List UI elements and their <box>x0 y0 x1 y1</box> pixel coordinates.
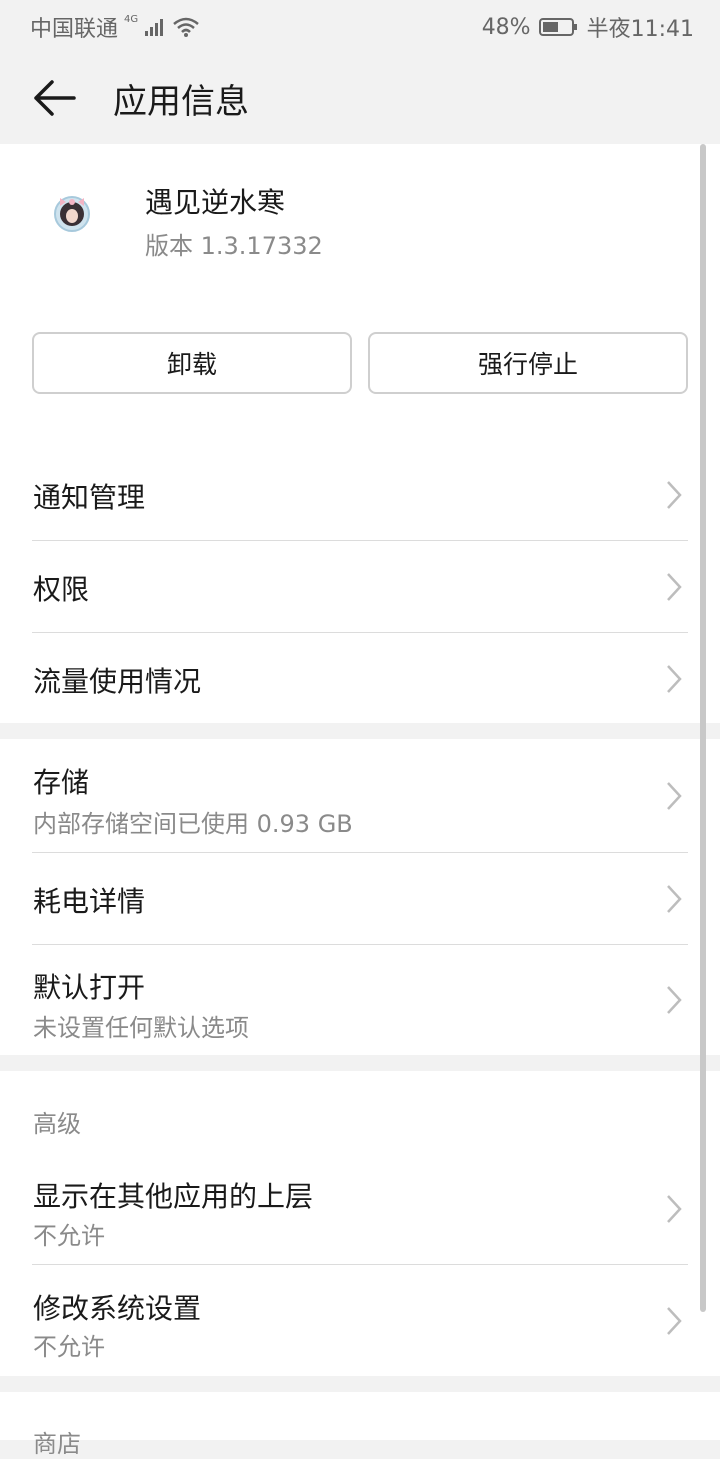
signal-icon <box>145 19 164 36</box>
app-version: 版本 1.3.17332 <box>145 232 323 260</box>
list-item-data-usage[interactable]: 流量使用情况 <box>0 633 704 723</box>
list-item-title: 耗电详情 <box>33 885 146 918</box>
chevron-right-icon <box>667 885 682 913</box>
battery-icon <box>538 18 577 36</box>
list-item-title: 修改系统设置 <box>33 1292 202 1325</box>
list-item-modify-system-settings[interactable]: 修改系统设置 不允许 <box>0 1265 704 1376</box>
list-item-storage[interactable]: 存储 内部存储空间已使用 0.93 GB <box>0 739 704 852</box>
list-item-title: 通知管理 <box>33 481 146 514</box>
app-bar: 应用信息 <box>0 50 720 144</box>
list-item-notifications[interactable]: 通知管理 <box>0 449 704 540</box>
list-item-title: 默认打开 <box>33 971 146 1004</box>
force-stop-button[interactable]: 强行停止 <box>368 332 688 394</box>
battery-percent: 48% <box>481 14 531 40</box>
page-title: 应用信息 <box>113 82 249 122</box>
scrollbar[interactable] <box>700 144 706 1312</box>
status-bar: 中国联通 4G 48% 半夜11:41 <box>0 0 720 50</box>
uninstall-button[interactable]: 卸载 <box>32 332 352 394</box>
list-item-permissions[interactable]: 权限 <box>0 541 704 632</box>
carrier-name: 中国联通 <box>30 17 119 42</box>
store-card <box>0 1392 720 1440</box>
list-item-subtitle: 不允许 <box>33 1222 105 1250</box>
app-icon <box>54 196 90 232</box>
list-item-title: 流量使用情况 <box>33 665 202 698</box>
section-label-advanced: 高级 <box>33 1110 81 1138</box>
chevron-right-icon <box>667 665 682 693</box>
chevron-right-icon <box>667 1307 682 1335</box>
list-item-subtitle: 未设置任何默认选项 <box>33 1014 249 1042</box>
chevron-right-icon <box>667 573 682 601</box>
list-item-display-over-apps[interactable]: 显示在其他应用的上层 不允许 <box>0 1152 704 1264</box>
network-type: 4G <box>124 13 139 25</box>
arrow-left-icon[interactable] <box>30 76 78 120</box>
list-item-title: 显示在其他应用的上层 <box>33 1180 314 1213</box>
list-item-title: 存储 <box>33 766 90 799</box>
app-name: 遇见逆水寒 <box>145 186 286 219</box>
section-label-store: 商店 <box>33 1430 81 1458</box>
list-item-title: 权限 <box>33 573 90 606</box>
chevron-right-icon <box>667 481 682 509</box>
list-item-open-by-default[interactable]: 默认打开 未设置任何默认选项 <box>0 945 704 1055</box>
list-item-subtitle: 内部存储空间已使用 0.93 GB <box>33 810 353 838</box>
clock: 半夜11:41 <box>586 17 694 42</box>
chevron-right-icon <box>667 782 682 810</box>
list-item-battery-usage[interactable]: 耗电详情 <box>0 853 704 944</box>
chevron-right-icon <box>667 1195 682 1223</box>
chevron-right-icon <box>667 986 682 1014</box>
list-item-subtitle: 不允许 <box>33 1333 105 1361</box>
wifi-icon <box>173 17 199 37</box>
